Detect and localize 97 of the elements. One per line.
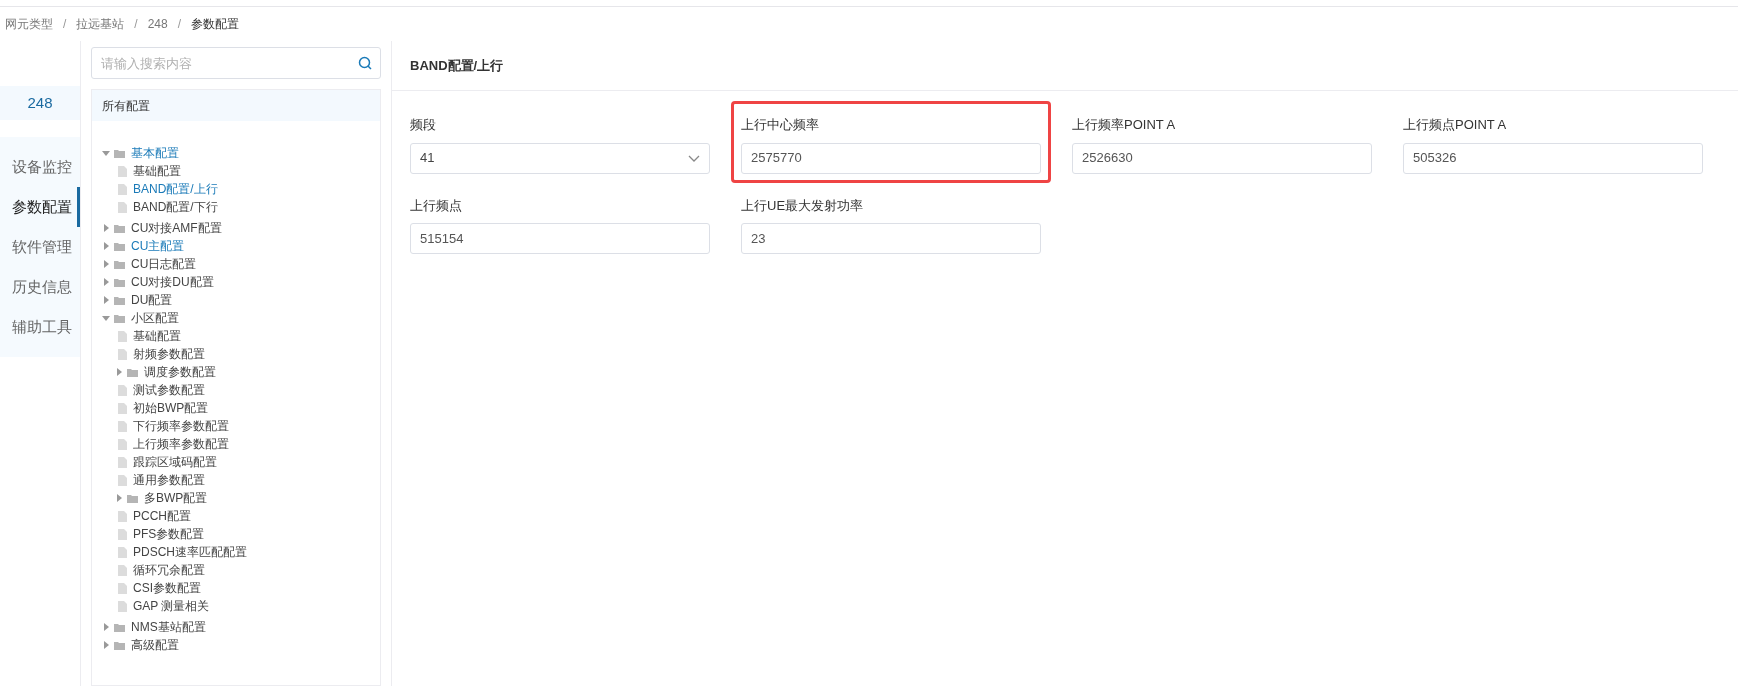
tree-item[interactable]: 调度参数配置: [115, 363, 380, 381]
search-icon[interactable]: [358, 56, 372, 70]
nav-item[interactable]: 参数配置: [0, 187, 80, 227]
file-icon: [118, 420, 127, 432]
tree-item[interactable]: CU日志配置: [102, 255, 380, 273]
tree-item[interactable]: PFS参数配置: [118, 525, 380, 543]
tree-item[interactable]: BAND配置/下行: [118, 198, 380, 216]
folder-icon: [114, 313, 125, 323]
file-icon: [118, 402, 127, 414]
folder-icon: [114, 640, 125, 650]
tree-item[interactable]: 高级配置: [102, 636, 380, 654]
file-icon: [118, 600, 127, 612]
file-icon: [118, 201, 127, 213]
tree-item[interactable]: 跟踪区域码配置: [118, 453, 380, 471]
tree-item[interactable]: 基础配置: [118, 162, 380, 180]
breadcrumb-separator: /: [134, 16, 138, 33]
search-field[interactable]: 请输入搜索内容: [91, 47, 381, 79]
folder-icon: [114, 148, 125, 158]
input-field[interactable]: 2526630: [1072, 142, 1372, 174]
file-icon: [118, 474, 127, 486]
tree-item[interactable]: 上行频率参数配置: [118, 435, 380, 453]
caret-right-icon[interactable]: [102, 260, 110, 268]
folder-icon: [114, 259, 125, 269]
field-label: 上行UE最大发射功率: [741, 196, 865, 215]
input-field[interactable]: 515154: [410, 223, 710, 254]
tree-item[interactable]: GAP 测量相关: [118, 597, 380, 615]
tree-item[interactable]: PDSCH速率匹配配置: [118, 543, 380, 561]
field-label: 频段: [410, 116, 437, 134]
caret-right-icon[interactable]: [102, 242, 110, 250]
caret-down-icon[interactable]: [102, 314, 110, 322]
tree-item[interactable]: CU对接DU配置: [102, 273, 380, 291]
tree-item[interactable]: DU配置: [102, 291, 380, 309]
caret-right-icon[interactable]: [115, 494, 123, 502]
folder-icon: [127, 367, 138, 377]
caret-right-icon[interactable]: [102, 623, 110, 631]
tree-item[interactable]: 测试参数配置: [118, 381, 380, 399]
tree-item[interactable]: BAND配置/上行: [118, 180, 380, 198]
file-icon: [118, 348, 127, 360]
tree-item[interactable]: 基础配置: [118, 327, 380, 345]
field-label: 上行频点: [410, 196, 463, 215]
file-icon: [118, 330, 127, 342]
input-field[interactable]: 23: [741, 223, 1041, 254]
folder-icon: [114, 295, 125, 305]
nav-item[interactable]: 辅助工具: [0, 307, 80, 347]
breadcrumb-item[interactable]: 248: [147, 15, 168, 33]
folder-icon: [127, 493, 138, 503]
file-icon: [118, 564, 127, 576]
caret-right-icon[interactable]: [102, 296, 110, 304]
folder-icon: [114, 622, 125, 632]
file-icon: [118, 183, 127, 195]
tree-item[interactable]: 多BWP配置: [115, 489, 380, 507]
tree-item[interactable]: PCCH配置: [118, 507, 380, 525]
caret-down-icon[interactable]: [102, 149, 110, 157]
input-field[interactable]: 2575770: [741, 142, 1041, 174]
folder-icon: [114, 277, 125, 287]
breadcrumb-item: 参数配置: [191, 16, 240, 33]
breadcrumb-separator: /: [177, 16, 182, 33]
file-icon: [118, 546, 127, 558]
caret-right-icon[interactable]: [102, 641, 110, 649]
file-icon: [118, 510, 127, 522]
nav-item[interactable]: 软件管理: [0, 227, 80, 267]
file-icon: [118, 438, 127, 450]
breadcrumb-item[interactable]: 网元类型: [5, 15, 53, 33]
folder-icon: [114, 223, 125, 233]
tree-item[interactable]: NMS基站配置: [102, 618, 380, 636]
tree-item[interactable]: 通用参数配置: [118, 471, 380, 489]
field-label: 上行中心频率: [741, 116, 820, 134]
panel-title: BAND配置/上行: [392, 41, 1738, 91]
file-icon: [118, 582, 127, 594]
tree-item[interactable]: CU对接AMF配置: [102, 219, 380, 237]
nav-item[interactable]: 历史信息: [0, 267, 80, 307]
nav-item[interactable]: 设备监控: [0, 147, 80, 187]
breadcrumb-separator: /: [63, 16, 67, 33]
file-icon: [118, 456, 127, 468]
breadcrumb-item[interactable]: 拉远基站: [76, 15, 125, 33]
tree-item[interactable]: 基本配置: [102, 144, 380, 162]
file-icon: [118, 528, 127, 540]
tree-item[interactable]: 射频参数配置: [118, 345, 380, 363]
caret-right-icon[interactable]: [102, 224, 110, 232]
tree-title: 所有配置: [92, 90, 380, 121]
tree-item[interactable]: 下行频率参数配置: [118, 417, 380, 435]
folder-icon: [114, 241, 125, 251]
band-select[interactable]: 41: [410, 142, 710, 174]
field-label: 上行频点POINT A: [1403, 116, 1508, 134]
device-name: 248: [0, 86, 80, 120]
input-field[interactable]: 505326: [1403, 142, 1703, 174]
tree-item[interactable]: 小区配置: [102, 309, 380, 327]
tree-item[interactable]: 循环冗余配置: [118, 561, 380, 579]
file-icon: [118, 165, 127, 177]
field-label: 上行频率POINT A: [1072, 116, 1177, 134]
caret-right-icon[interactable]: [115, 368, 123, 376]
chevron-down-icon: [688, 154, 700, 162]
tree-item[interactable]: 初始BWP配置: [118, 399, 380, 417]
file-icon: [118, 384, 127, 396]
caret-right-icon[interactable]: [102, 278, 110, 286]
tree-item[interactable]: CU主配置: [102, 237, 380, 255]
tree-item[interactable]: CSI参数配置: [118, 579, 380, 597]
